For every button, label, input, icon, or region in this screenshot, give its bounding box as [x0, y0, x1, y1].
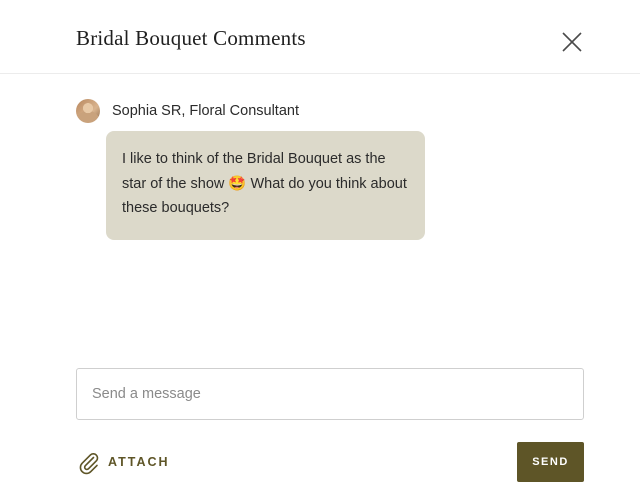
attach-label: ATTACH	[108, 455, 170, 469]
message-composer	[76, 368, 584, 420]
comment-message: Sophia SR, Floral Consultant I like to t…	[76, 99, 596, 240]
send-button[interactable]: SEND	[517, 442, 584, 482]
avatar	[76, 99, 100, 123]
message-bubble: I like to think of the Bridal Bouquet as…	[106, 131, 425, 240]
close-button[interactable]	[558, 28, 586, 56]
page-title: Bridal Bouquet Comments	[76, 26, 306, 50]
modal-header: Bridal Bouquet Comments	[0, 0, 640, 74]
close-icon	[562, 32, 582, 52]
attach-button[interactable]: ATTACH	[76, 449, 170, 475]
message-input[interactable]	[77, 369, 583, 419]
paperclip-icon	[79, 453, 99, 475]
sender-row: Sophia SR, Floral Consultant	[76, 99, 596, 125]
sender-name: Sophia SR, Floral Consultant	[112, 103, 299, 119]
